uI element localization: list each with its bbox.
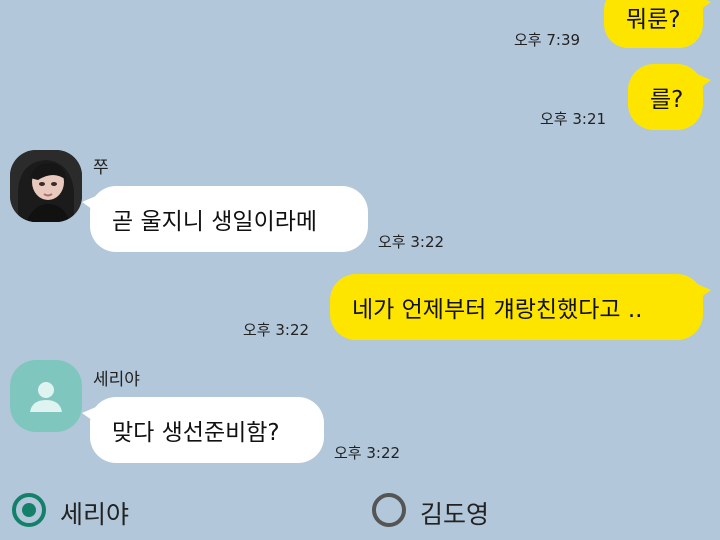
message-text: 맞다 생선준비함? [112, 420, 280, 446]
message-text: 네가 언제부터 걔랑친했다고 .. [352, 297, 643, 323]
sender-name: 세리야 [93, 370, 140, 390]
message-text: 곧 울지니 생일이라메 [112, 209, 318, 235]
message-time: 오후 3:22 [378, 233, 445, 251]
speaker-option-label[interactable]: 세리야 [60, 495, 129, 531]
message-bubble-mine[interactable]: 네가 언제부터 걔랑친했다고 .. [330, 274, 711, 340]
message-time: 오후 3:21 [540, 110, 607, 128]
message-text: 를? [650, 87, 684, 113]
speaker-radio-selected[interactable] [12, 493, 46, 527]
speaker-radio-unselected[interactable] [372, 493, 406, 527]
message-bubble-other[interactable]: 맞다 생선준비함? [82, 397, 324, 463]
message-time: 오후 3:22 [334, 444, 401, 462]
speaker-option-label[interactable]: 김도영 [420, 495, 489, 531]
message-bubble-other[interactable]: 곧 울지니 생일이라메 [82, 186, 368, 252]
message-time: 오후 7:39 [514, 31, 581, 49]
message-bubble-mine[interactable]: 뭐룬? [604, 0, 711, 48]
message-time: 오후 3:22 [243, 321, 310, 339]
profile-photo-icon [10, 150, 82, 222]
sender-name: 쭈 [93, 158, 109, 178]
default-profile-icon [30, 382, 62, 412]
message-text: 뭐룬? [626, 7, 681, 33]
message-bubble-mine[interactable]: 를? [628, 64, 711, 130]
profile-avatar[interactable] [10, 360, 82, 432]
profile-avatar[interactable] [10, 150, 82, 222]
